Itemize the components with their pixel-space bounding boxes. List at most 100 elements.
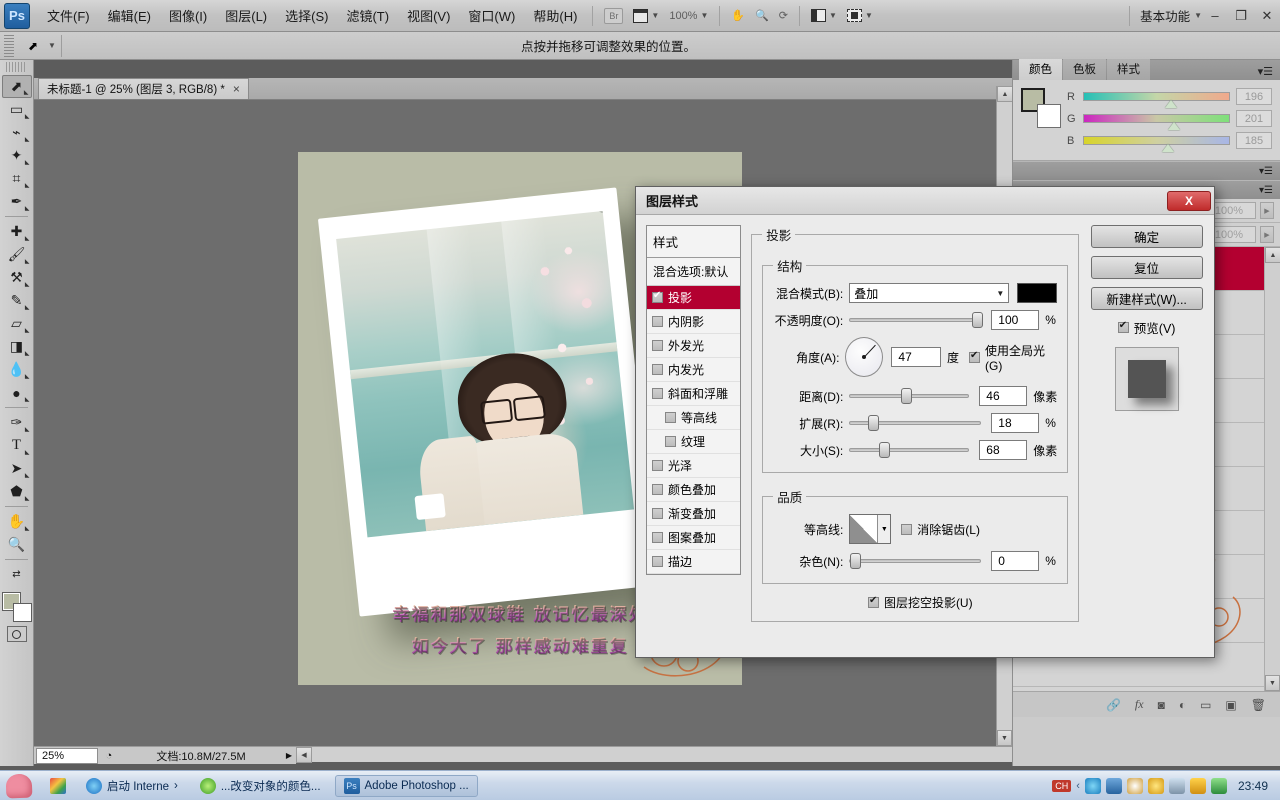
hand-tool[interactable]: ✋ ◣: [2, 510, 32, 533]
chevron-right-icon[interactable]: ›: [174, 780, 178, 792]
style-item-drop-shadow[interactable]: 投影: [647, 286, 741, 310]
checkbox-icon[interactable]: [652, 484, 663, 495]
eraser-tool[interactable]: ▱ ◣: [2, 312, 32, 335]
checkbox-icon[interactable]: [652, 340, 663, 351]
noise-input[interactable]: 0: [991, 551, 1040, 571]
scroll-down-icon[interactable]: ▼: [997, 730, 1012, 746]
menu-filter[interactable]: 滤镜(T): [337, 2, 398, 29]
channel-value-b[interactable]: 185: [1236, 132, 1272, 149]
color-swatches[interactable]: [1, 592, 32, 622]
style-item-contour[interactable]: 等高线: [647, 406, 741, 430]
menu-select[interactable]: 选择(S): [276, 2, 337, 29]
shield-icon[interactable]: [1210, 777, 1227, 794]
use-global-light-row[interactable]: 使用全局光(G): [969, 342, 1057, 373]
style-item-bevel-emboss[interactable]: 斜面和浮雕: [647, 382, 741, 406]
blue-slider[interactable]: [1083, 136, 1230, 152]
link-layers-icon[interactable]: 🔗: [1106, 698, 1121, 712]
shadow-color-swatch[interactable]: [1017, 283, 1058, 303]
style-item-color-overlay[interactable]: 颜色叠加: [647, 478, 741, 502]
dodge-tool[interactable]: ● ◣: [2, 381, 32, 404]
system-clock[interactable]: 23:49: [1232, 779, 1268, 793]
start-button-heart-icon[interactable]: [5, 773, 33, 798]
new-layer-icon[interactable]: ▣: [1225, 698, 1236, 712]
chevron-down-icon[interactable]: ▼: [48, 41, 56, 50]
dialog-title-bar[interactable]: 图层样式 X: [636, 187, 1214, 215]
spread-input[interactable]: 18: [991, 413, 1040, 433]
move-tool[interactable]: ⬈ ◣: [1, 75, 32, 98]
checkbox-icon[interactable]: [665, 436, 676, 447]
bridge-button[interactable]: Br: [599, 6, 628, 26]
quick-mask-button[interactable]: [6, 626, 27, 642]
zoom-input[interactable]: 25%: [36, 747, 98, 764]
scroll-down-icon[interactable]: ▼: [1265, 675, 1280, 691]
menu-help[interactable]: 帮助(H): [524, 2, 586, 29]
style-item-stroke[interactable]: 描边: [647, 550, 741, 574]
network-icon[interactable]: [1105, 777, 1122, 794]
panel-menu-icon[interactable]: ▾☰: [1252, 164, 1280, 179]
antivirus-icon[interactable]: [1147, 777, 1164, 794]
new-group-icon[interactable]: ▭: [1200, 698, 1211, 712]
checkbox-icon[interactable]: [867, 595, 879, 608]
size-input[interactable]: 68: [979, 440, 1028, 460]
chevron-right-icon[interactable]: ▶: [1260, 226, 1274, 243]
zoom-level-selector[interactable]: 100% ▼: [664, 8, 713, 24]
marquee-tool[interactable]: ▭ ◣: [2, 98, 32, 121]
view-extras-button[interactable]: ▼: [628, 7, 664, 25]
canvas-horizontal-scrollbar[interactable]: ◀: [296, 746, 1012, 763]
styles-header[interactable]: 样式: [647, 226, 741, 258]
menu-image[interactable]: 图像(I): [160, 2, 216, 29]
eyedropper-tool[interactable]: ✒ ◣: [2, 190, 32, 213]
style-item-outer-glow[interactable]: 外发光: [647, 334, 741, 358]
type-tool[interactable]: T ◣: [2, 434, 32, 457]
preview-row[interactable]: 预览(V): [1117, 318, 1175, 337]
chevron-down-icon[interactable]: ▼: [1194, 11, 1202, 20]
styles-list[interactable]: 样式 混合选项:默认 投影 内阴影 外发光: [646, 225, 742, 575]
menu-edit[interactable]: 编辑(E): [99, 2, 160, 29]
history-brush-tool[interactable]: ✎ ◣: [2, 289, 32, 312]
healing-brush-tool[interactable]: ✚ ◣: [2, 220, 32, 243]
noise-slider[interactable]: [849, 553, 982, 569]
dialog-close-button[interactable]: X: [1167, 190, 1211, 211]
menu-file[interactable]: 文件(F): [38, 2, 99, 29]
style-item-texture[interactable]: 纹理: [647, 430, 741, 454]
chevron-right-icon[interactable]: ▶: [1260, 202, 1274, 219]
style-item-inner-shadow[interactable]: 内阴影: [647, 310, 741, 334]
panel-menu-icon[interactable]: ▾☰: [1251, 63, 1280, 80]
checkbox-icon[interactable]: [652, 460, 663, 471]
blur-tool[interactable]: 💧 ◣: [2, 358, 32, 381]
checkbox-icon[interactable]: [652, 556, 663, 567]
channel-value-g[interactable]: 201: [1236, 110, 1272, 127]
style-item-satin[interactable]: 光泽: [647, 454, 741, 478]
channel-value-r[interactable]: 196: [1236, 88, 1272, 105]
brush-tool[interactable]: 🖌 ◣: [2, 243, 32, 266]
zoom-tool-button[interactable]: 🔍: [750, 7, 774, 24]
layers-scrollbar[interactable]: ▲ ▼: [1264, 247, 1280, 691]
tab-styles[interactable]: 样式: [1107, 59, 1150, 80]
tray-expand-icon[interactable]: ‹: [1076, 780, 1080, 792]
workspace-selector[interactable]: 基本功能: [1136, 6, 1194, 25]
magic-wand-tool[interactable]: ✦ ◣: [2, 144, 32, 167]
checkbox-icon[interactable]: [665, 412, 676, 423]
layer-knockout-row[interactable]: 图层挖空投影(U): [867, 594, 973, 611]
layer-mask-icon[interactable]: ◙: [1158, 698, 1165, 712]
rocket-icon[interactable]: [1168, 777, 1185, 794]
reset-button[interactable]: 复位: [1090, 256, 1203, 279]
checkbox-icon[interactable]: [652, 508, 663, 519]
style-item-gradient-overlay[interactable]: 渐变叠加: [647, 502, 741, 526]
layer-style-dialog[interactable]: 图层样式 X 样式 混合选项:默认 投影 内阴影: [635, 186, 1215, 658]
desktop-icon[interactable]: [50, 777, 66, 794]
chevron-down-icon[interactable]: ▼: [877, 515, 891, 543]
tab-color[interactable]: 颜色: [1019, 59, 1062, 80]
scroll-up-icon[interactable]: ▲: [997, 86, 1013, 102]
panel-menu-icon[interactable]: ▾☰: [1252, 183, 1280, 198]
angle-input[interactable]: 47: [891, 347, 942, 367]
green-slider[interactable]: [1083, 114, 1230, 130]
document-profile-icon[interactable]: ◔: [98, 750, 120, 762]
distance-slider[interactable]: [849, 388, 970, 404]
menu-window[interactable]: 窗口(W): [459, 2, 524, 29]
adjustment-layer-icon[interactable]: ◐: [1179, 698, 1186, 712]
spread-slider[interactable]: [849, 415, 982, 431]
shape-tool[interactable]: ⬟ ◣: [2, 480, 32, 503]
qq-penguin-icon[interactable]: [1126, 777, 1143, 794]
close-button[interactable]: ✕: [1254, 8, 1280, 24]
